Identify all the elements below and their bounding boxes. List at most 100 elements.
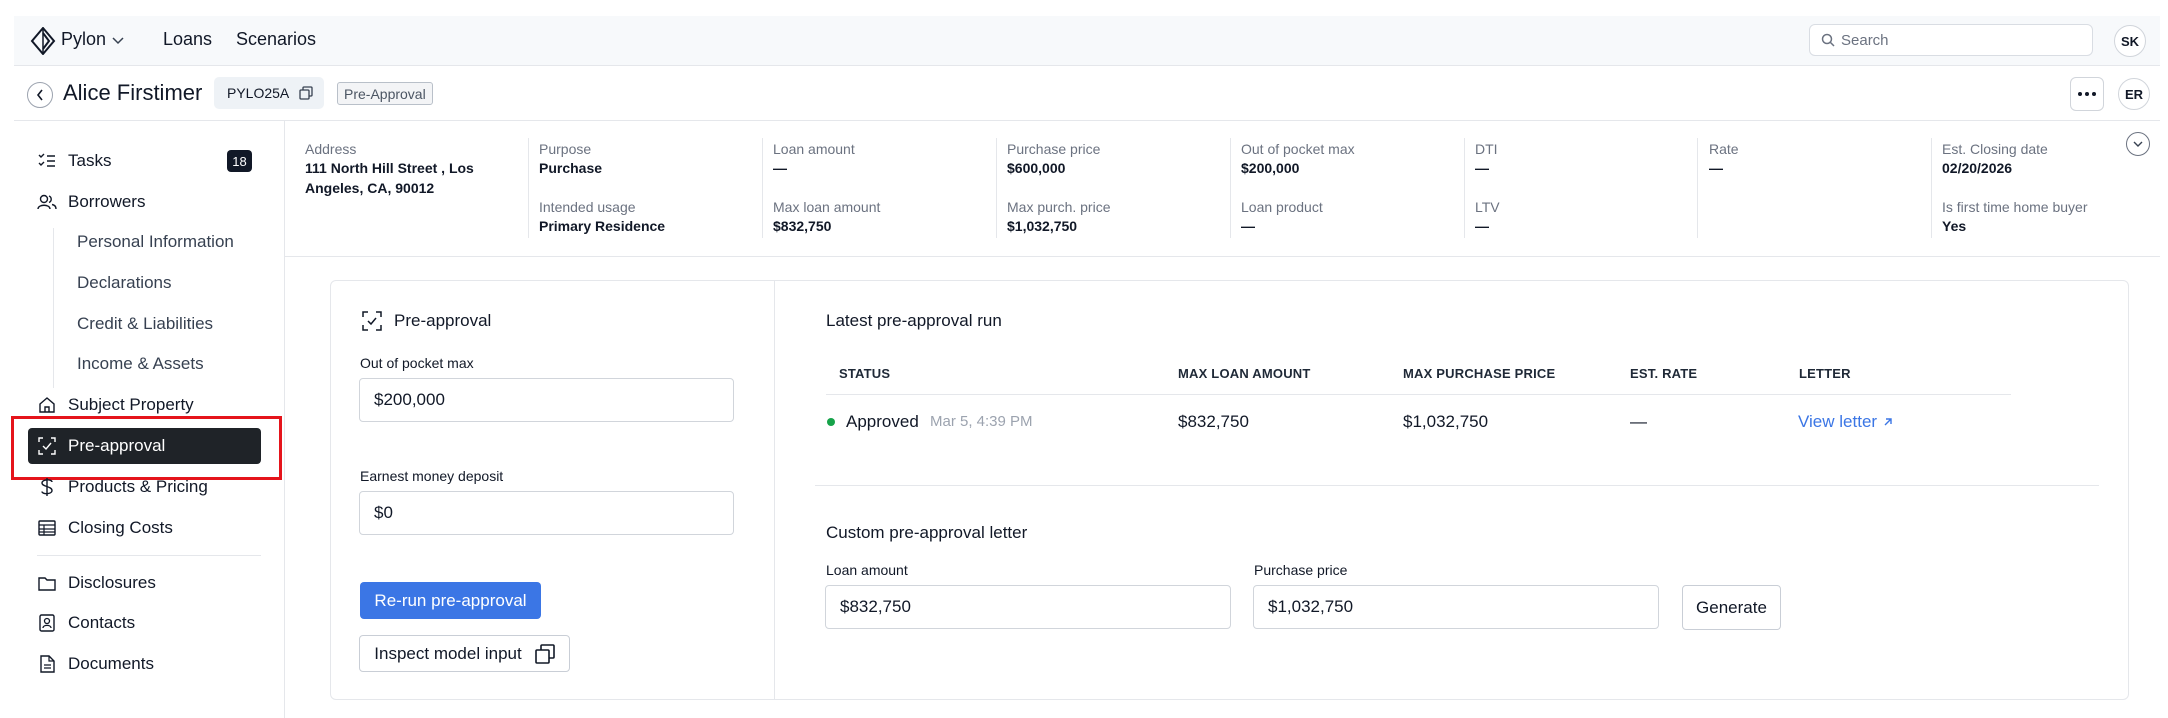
summary-value: 02/20/2026 bbox=[1942, 160, 2013, 176]
view-letter-link[interactable]: View letter bbox=[1798, 412, 1893, 432]
checklist-icon bbox=[37, 151, 57, 171]
summary-value: $600,000 bbox=[1007, 160, 1066, 176]
summary-label: Is first time home buyer bbox=[1942, 199, 2088, 215]
sidebar-subitem-declarations[interactable]: Declarations bbox=[77, 273, 172, 293]
summary-label: Purchase price bbox=[1007, 141, 1101, 157]
copy-icon[interactable] bbox=[299, 86, 313, 100]
summary-value: — bbox=[1475, 160, 1489, 176]
sidebar-subitem-credit-liabilities[interactable]: Credit & Liabilities bbox=[77, 314, 213, 334]
header-divider bbox=[14, 120, 2160, 121]
card-column-divider bbox=[774, 281, 775, 699]
summary-purpose: Purpose Purchase Intended usage Primary … bbox=[539, 140, 759, 236]
col-letter: LETTER bbox=[1799, 366, 1851, 381]
button-label: Inspect model input bbox=[374, 643, 522, 663]
section-divider bbox=[815, 485, 2099, 486]
summary-label: DTI bbox=[1475, 141, 1498, 157]
sidebar-item-borrowers[interactable]: Borrowers bbox=[28, 184, 261, 220]
status-text: Approved bbox=[846, 412, 919, 431]
tasks-count-badge: 18 bbox=[227, 150, 252, 172]
sidebar-item-label: Products & Pricing bbox=[68, 477, 208, 496]
dollar-icon bbox=[37, 477, 57, 497]
summary-label: LTV bbox=[1475, 199, 1500, 215]
summary-separator bbox=[1931, 138, 1932, 238]
summary-address: Address 111 North Hill Street , Los Ange… bbox=[305, 140, 525, 198]
summary-separator bbox=[762, 138, 763, 238]
more-options-button[interactable] bbox=[2070, 77, 2104, 111]
search-box[interactable] bbox=[1809, 24, 2093, 56]
user-avatar[interactable]: SK bbox=[2114, 25, 2146, 57]
dot-icon bbox=[2092, 92, 2096, 96]
top-navbar: Pylon Loans Scenarios SK bbox=[14, 16, 2160, 66]
sidebar-item-documents[interactable]: Documents bbox=[28, 646, 261, 682]
chevron-left-icon bbox=[36, 89, 43, 101]
copy-icon bbox=[534, 643, 555, 664]
workspace-switcher[interactable]: Pylon bbox=[61, 29, 124, 50]
sidebar-subitem-income-assets[interactable]: Income & Assets bbox=[77, 354, 204, 374]
users-icon bbox=[37, 192, 57, 212]
summary-label: Loan amount bbox=[773, 141, 855, 157]
dot-icon bbox=[2085, 92, 2089, 96]
search-input[interactable] bbox=[1841, 29, 2081, 51]
sidebar-item-label: Tasks bbox=[68, 151, 112, 170]
summary-label: Address bbox=[305, 141, 357, 157]
col-max-loan-amount: MAX LOAN AMOUNT bbox=[1178, 366, 1311, 381]
summary-dti: DTI — LTV — bbox=[1475, 140, 1695, 236]
house-icon bbox=[37, 395, 57, 415]
nav-loans[interactable]: Loans bbox=[163, 29, 212, 50]
generate-button[interactable]: Generate bbox=[1682, 585, 1781, 630]
summary-label: Intended usage bbox=[539, 199, 636, 215]
summary-out-of-pocket: Out of pocket max $200,000 Loan product … bbox=[1241, 140, 1461, 236]
sidebar-divider bbox=[284, 120, 285, 718]
summary-value: Yes bbox=[1942, 218, 1967, 234]
custom-letter-title: Custom pre-approval letter bbox=[826, 523, 1028, 542]
summary-label: Max purch. price bbox=[1007, 199, 1111, 215]
inspect-model-input-button[interactable]: Inspect model input bbox=[359, 635, 570, 672]
sidebar-item-closing-costs[interactable]: Closing Costs bbox=[28, 510, 261, 546]
summary-label: Max loan amount bbox=[773, 199, 881, 215]
table-icon bbox=[37, 518, 57, 538]
summary-label: Est. Closing date bbox=[1942, 141, 2048, 157]
col-est-rate: EST. RATE bbox=[1630, 366, 1698, 381]
summary-separator bbox=[996, 138, 997, 238]
earnest-money-deposit-input[interactable] bbox=[359, 491, 734, 535]
pylon-logo-icon[interactable] bbox=[30, 27, 56, 55]
nav-scenarios[interactable]: Scenarios bbox=[236, 29, 316, 50]
table-header-divider bbox=[826, 394, 2011, 395]
sidebar-subitem-personal-information[interactable]: Personal Information bbox=[77, 232, 234, 252]
custom-loan-label: Loan amount bbox=[826, 562, 908, 578]
oop-label: Out of pocket max bbox=[360, 355, 474, 371]
sidebar-item-label: Closing Costs bbox=[68, 518, 173, 537]
loan-id-text: PYLO25A bbox=[227, 85, 290, 101]
out-of-pocket-max-input[interactable] bbox=[359, 378, 734, 422]
summary-value: Primary Residence bbox=[539, 218, 666, 234]
summary-divider bbox=[285, 256, 2160, 257]
assignee-avatar[interactable]: ER bbox=[2118, 78, 2150, 110]
custom-purchase-price-input[interactable] bbox=[1253, 585, 1659, 629]
summary-value: $832,750 bbox=[773, 218, 832, 234]
back-button[interactable] bbox=[27, 82, 53, 108]
est-rate-value: — bbox=[1630, 412, 1647, 431]
summary-separator bbox=[1697, 138, 1698, 238]
summary-label: Purpose bbox=[539, 141, 592, 157]
sidebar-item-label: Documents bbox=[68, 654, 154, 673]
chevron-down-icon bbox=[2133, 141, 2143, 147]
sidebar-item-label: Contacts bbox=[68, 613, 136, 632]
sidebar-item-products-pricing[interactable]: Products & Pricing bbox=[28, 469, 261, 505]
summary-value: — bbox=[1241, 218, 1255, 234]
collapse-summary-button[interactable] bbox=[2126, 132, 2150, 156]
scan-check-icon bbox=[362, 311, 382, 331]
summary-value: — bbox=[773, 160, 787, 176]
rerun-pre-approval-button[interactable]: Re-run pre-approval bbox=[360, 582, 541, 619]
summary-value: — bbox=[1475, 218, 1489, 234]
sidebar-item-label: Subject Property bbox=[68, 395, 194, 414]
folder-icon bbox=[37, 573, 57, 593]
sidebar-item-contacts[interactable]: Contacts bbox=[28, 605, 261, 641]
stage-badge: Pre-Approval bbox=[337, 82, 433, 105]
sidebar-item-disclosures[interactable]: Disclosures bbox=[28, 565, 261, 601]
latest-run-title: Latest pre-approval run bbox=[826, 311, 1002, 330]
summary-separator bbox=[528, 138, 529, 238]
custom-loan-amount-input[interactable] bbox=[825, 585, 1231, 629]
run-timestamp: Mar 5, 4:39 PM bbox=[930, 413, 1033, 430]
summary-value: Purchase bbox=[539, 160, 603, 176]
loan-id-chip[interactable]: PYLO25A bbox=[214, 77, 324, 109]
